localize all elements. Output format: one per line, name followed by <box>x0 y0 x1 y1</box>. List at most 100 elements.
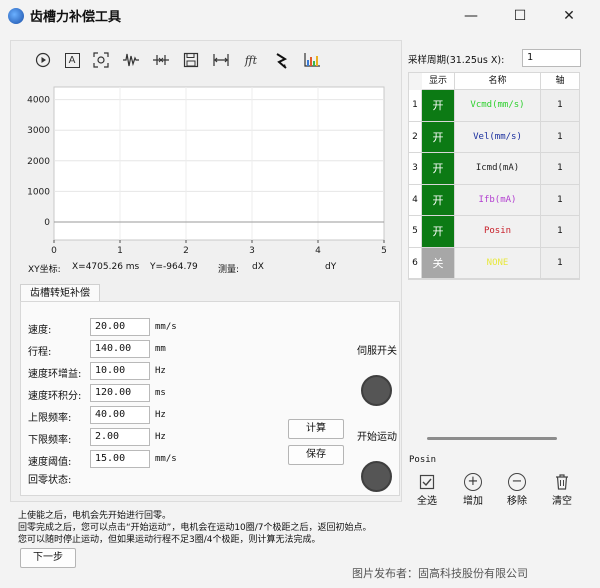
channel-axis[interactable]: 1 <box>541 184 580 216</box>
table-header-axis: 轴 <box>541 73 580 90</box>
field-label: 速度: <box>28 325 52 336</box>
field-unit: Hz <box>155 410 166 420</box>
selected-channel-name: Posin <box>409 455 437 465</box>
field-input[interactable]: 40.00 <box>90 406 150 424</box>
tab-cogging-torque[interactable]: 齿槽转矩补偿 <box>20 284 100 302</box>
chart-x-tick-label: 4 <box>315 246 321 256</box>
save-button[interactable]: 保存 <box>288 445 344 465</box>
sampling-period-input[interactable]: 1 <box>522 49 581 67</box>
channel-display-toggle[interactable]: 开 <box>422 153 455 185</box>
start-motion-label: 开始运动 <box>357 432 397 443</box>
channel-axis[interactable]: 1 <box>541 90 580 122</box>
field-label: 速度阈值: <box>28 457 72 468</box>
chart-x-tick-label: 3 <box>249 246 255 256</box>
field-input[interactable]: 20.00 <box>90 318 150 336</box>
calculate-button[interactable]: 计算 <box>288 419 344 439</box>
arrow-icon[interactable] <box>272 52 292 70</box>
next-step-button[interactable]: 下一步 <box>20 548 76 568</box>
play-icon[interactable] <box>33 52 53 70</box>
field-label: 行程: <box>28 347 52 358</box>
remove-icon[interactable]: − <box>508 473 526 491</box>
instruction-line-3: 您可以随时停止运动，但如果运动行程不足3圈/4个极距，则计算无法完成。 <box>18 535 321 545</box>
chart-x-tick-label: 2 <box>183 246 189 256</box>
measure-dy: dY <box>325 262 337 272</box>
chart-y-tick-label: 2000 <box>27 157 50 167</box>
add-label[interactable]: 增加 <box>463 492 483 507</box>
field-label: 上限频率: <box>28 413 72 424</box>
field-unit: mm/s <box>155 454 177 464</box>
channel-table: 显示 名称 轴 1 开 Vcmd(mm/s) 1 2 开 Vel(mm/s) 1 3 开 Icmd(… <box>408 72 580 280</box>
clear-label[interactable]: 清空 <box>552 492 572 507</box>
remove-label[interactable]: 移除 <box>507 492 527 507</box>
row-index: 5 <box>409 216 422 248</box>
channel-display-toggle[interactable]: 开 <box>422 184 455 216</box>
channel-name[interactable]: Vcmd(mm/s) <box>455 90 541 122</box>
sampling-period-label: 采样周期(31.25us X): <box>408 55 505 66</box>
x-coordinate-value: X=4705.26 ms <box>72 262 140 272</box>
window-title: 齿槽力补偿工具 <box>30 10 122 25</box>
save-icon[interactable] <box>181 52 201 70</box>
chart-x-tick-label: 0 <box>51 246 57 256</box>
cursor-icon[interactable] <box>151 52 171 70</box>
minimize-button[interactable]: — <box>457 4 485 28</box>
close-button[interactable]: ✕ <box>555 4 583 28</box>
channel-display-toggle[interactable]: 开 <box>422 90 455 122</box>
field-label: 下限频率: <box>28 435 72 446</box>
field-input[interactable]: 140.00 <box>90 340 150 358</box>
text-icon[interactable]: A <box>62 52 82 70</box>
home-status-label: 回零状态: <box>28 475 72 486</box>
channel-name[interactable]: Posin <box>455 216 541 248</box>
chart-x-ticks: 0 1 2 3 4 5 <box>51 240 387 256</box>
channel-axis[interactable]: 1 <box>541 121 580 153</box>
xy-coordinate-label: XY坐标: <box>28 265 61 275</box>
channel-name[interactable]: Vel(mm/s) <box>455 121 541 153</box>
row-index: 2 <box>409 121 422 153</box>
chart-y-tick-label: 4000 <box>27 96 50 106</box>
fft-icon[interactable]: fft <box>241 52 261 70</box>
field-input[interactable]: 120.00 <box>90 384 150 402</box>
horizontal-scrollbar[interactable] <box>427 437 557 440</box>
measure-icon[interactable] <box>211 52 231 70</box>
field-unit: mm/s <box>155 322 177 332</box>
publisher-watermark: 图片发布者：固高科技股份有限公司 <box>352 567 528 580</box>
field-unit: Hz <box>155 432 166 442</box>
measure-label: 测量: <box>218 265 240 275</box>
channel-display-toggle[interactable]: 开 <box>422 216 455 248</box>
maximize-button[interactable]: ☐ <box>506 4 534 28</box>
channel-axis[interactable]: 1 <box>541 216 580 248</box>
channel-name[interactable]: Icmd(mA) <box>455 153 541 185</box>
row-index: 1 <box>409 90 422 122</box>
field-label: 速度环积分: <box>28 391 82 402</box>
channel-name[interactable]: NONE <box>455 247 541 279</box>
add-icon[interactable]: + <box>464 473 482 491</box>
waveform-icon[interactable] <box>121 52 141 70</box>
chart-y-tick-label: 1000 <box>27 187 50 197</box>
table-header-name: 名称 <box>455 73 541 90</box>
servo-switch-button[interactable] <box>361 375 392 406</box>
channel-axis[interactable]: 1 <box>541 247 580 279</box>
channel-name[interactable]: Ifb(mA) <box>455 184 541 216</box>
text-icon-glyph: A <box>64 53 80 68</box>
channel-display-toggle[interactable]: 关 <box>422 247 455 279</box>
start-motion-button[interactable] <box>361 461 392 492</box>
channel-axis[interactable]: 1 <box>541 153 580 185</box>
row-index: 3 <box>409 153 422 185</box>
servo-switch-label: 伺服开关 <box>357 346 397 357</box>
field-input[interactable]: 2.00 <box>90 428 150 446</box>
field-input[interactable]: 15.00 <box>90 450 150 468</box>
field-label: 速度环增益: <box>28 369 82 380</box>
row-index: 4 <box>409 184 422 216</box>
zoom-fit-icon[interactable] <box>91 52 111 70</box>
chart-plot-area <box>53 86 385 241</box>
measure-dx: dX <box>252 262 264 272</box>
clear-trash-icon[interactable] <box>554 473 570 491</box>
field-unit: Hz <box>155 366 166 376</box>
chart-x-tick-label: 1 <box>117 246 123 256</box>
chart-icon[interactable] <box>302 52 322 70</box>
field-input[interactable]: 10.00 <box>90 362 150 380</box>
channel-display-toggle[interactable]: 开 <box>422 121 455 153</box>
chart-x-tick-label: 5 <box>381 246 387 256</box>
select-all-icon[interactable] <box>419 474 437 492</box>
select-all-label[interactable]: 全选 <box>417 492 437 507</box>
waveform-chart[interactable]: 010002000300040005000 012345 <box>18 80 396 256</box>
